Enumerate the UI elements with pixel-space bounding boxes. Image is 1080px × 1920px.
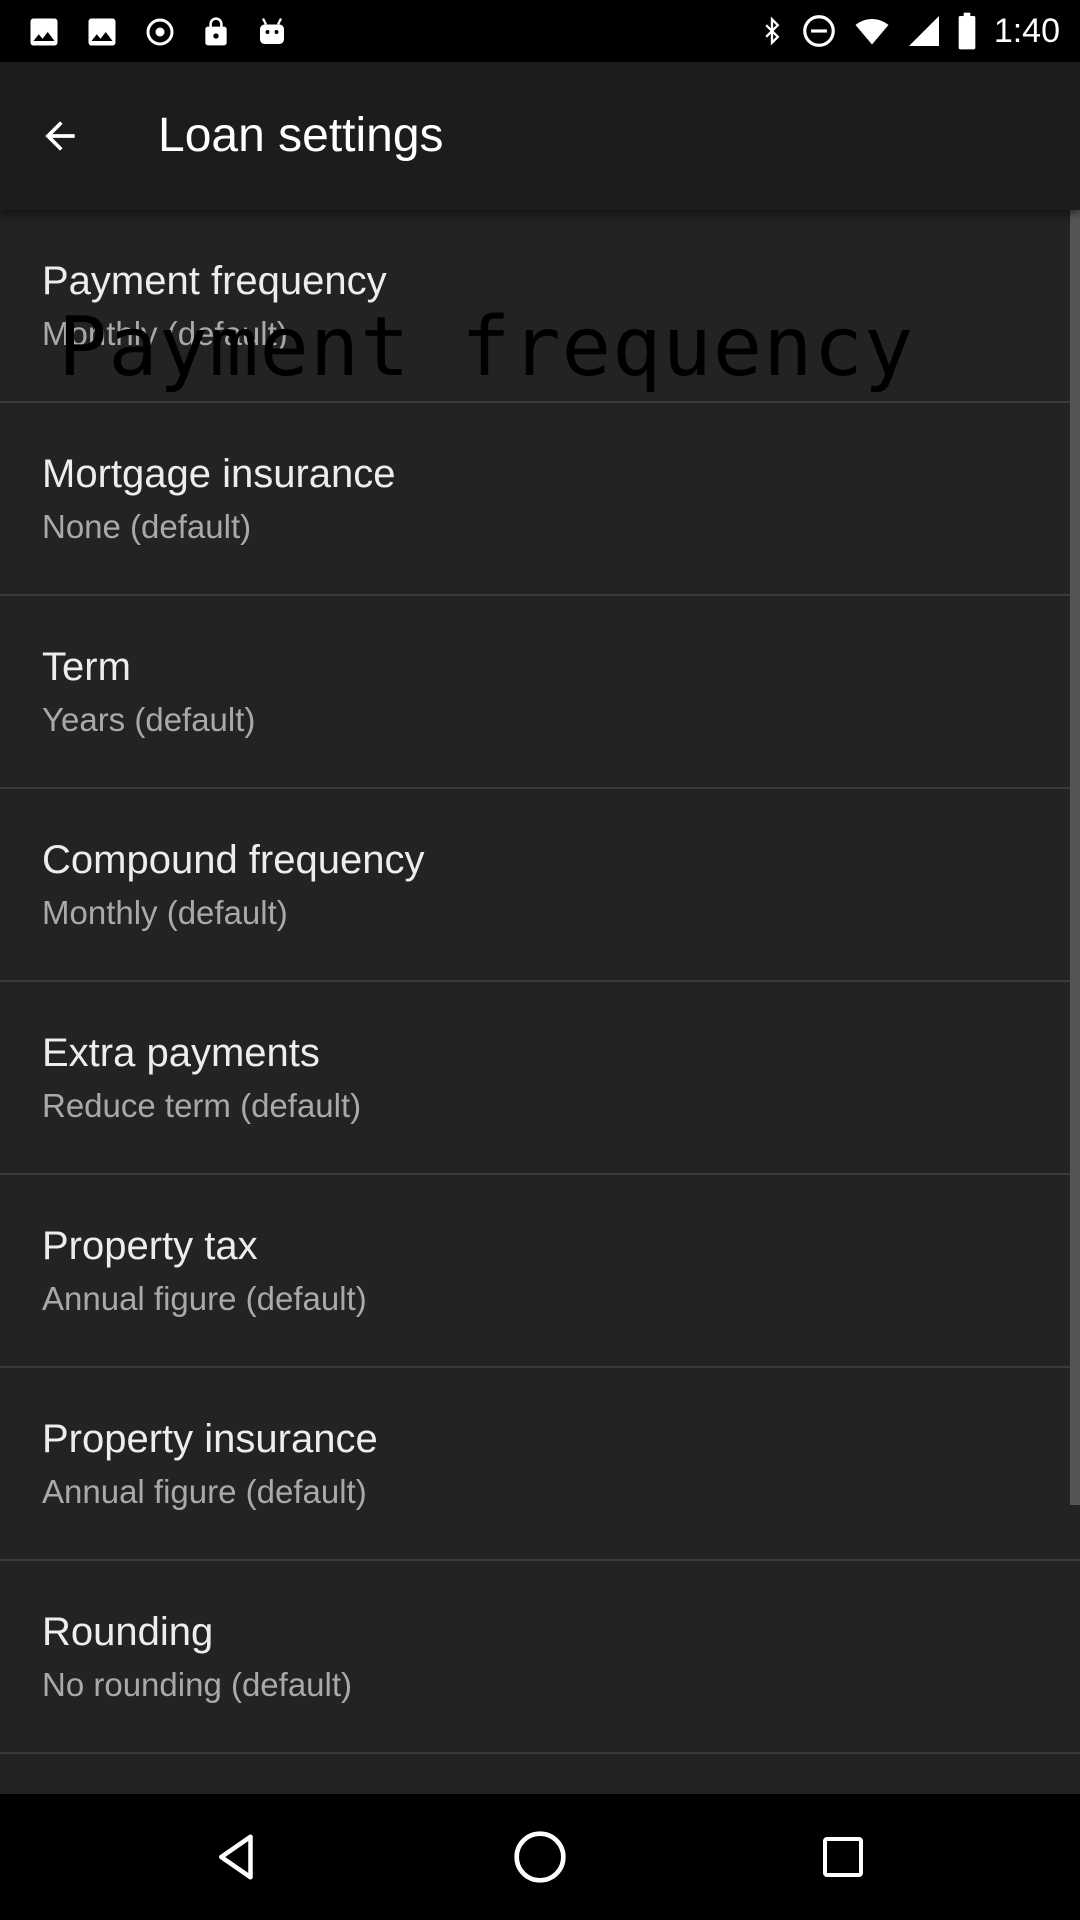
page-title: Loan settings bbox=[158, 109, 444, 162]
nav-recents-button[interactable] bbox=[808, 1822, 878, 1892]
setting-title: Term bbox=[42, 645, 131, 689]
setting-partial-next[interactable] bbox=[0, 1754, 1080, 1794]
setting-extra-payments[interactable]: Extra payments Reduce term (default) bbox=[0, 982, 1080, 1175]
setting-rounding[interactable]: Rounding No rounding (default) bbox=[0, 1561, 1080, 1754]
setting-title: Extra payments bbox=[42, 1031, 320, 1075]
recents-square-icon bbox=[823, 1837, 863, 1877]
arrow-back-icon bbox=[45, 121, 75, 151]
setting-value: None (default) bbox=[42, 508, 252, 545]
setting-payment-frequency[interactable]: Payment frequency Monthly (default) Paym… bbox=[0, 210, 1080, 403]
android-icon bbox=[260, 17, 284, 44]
setting-title: Rounding bbox=[42, 1610, 214, 1654]
wifi-icon bbox=[855, 19, 889, 45]
image-icon bbox=[30, 18, 58, 46]
setting-value: No rounding (default) bbox=[42, 1666, 353, 1703]
back-triangle-icon bbox=[219, 1834, 253, 1880]
setting-title: Payment frequency bbox=[42, 259, 387, 303]
nav-home-button[interactable] bbox=[505, 1822, 575, 1892]
setting-property-tax[interactable]: Property tax Annual figure (default) bbox=[0, 1175, 1080, 1368]
setting-value: Annual figure (default) bbox=[42, 1473, 367, 1510]
nav-back-button[interactable] bbox=[202, 1822, 272, 1892]
status-time: 1:40 bbox=[993, 11, 1060, 50]
app-bar: Loan settings bbox=[0, 62, 1080, 210]
battery-icon bbox=[958, 12, 976, 50]
setting-mortgage-insurance[interactable]: Mortgage insurance None (default) bbox=[0, 403, 1080, 596]
setting-property-insurance[interactable]: Property insurance Annual figure (defaul… bbox=[0, 1368, 1080, 1561]
setting-value: Monthly (default) bbox=[42, 894, 288, 931]
navigation-bar bbox=[0, 1794, 1080, 1920]
setting-value: Reduce term (default) bbox=[42, 1087, 362, 1124]
lock-icon bbox=[205, 17, 227, 46]
setting-title: Mortgage insurance bbox=[42, 452, 396, 496]
setting-value: Years (default) bbox=[42, 701, 256, 738]
setting-value: Monthly (default) bbox=[42, 315, 288, 352]
setting-value: Annual figure (default) bbox=[42, 1280, 367, 1317]
setting-compound-frequency[interactable]: Compound frequency Monthly (default) bbox=[0, 789, 1080, 982]
status-left-icons bbox=[26, 12, 312, 52]
status-right-icons: 1:40 bbox=[744, 8, 1060, 54]
setting-title: Property insurance bbox=[42, 1417, 378, 1461]
setting-term[interactable]: Term Years (default) bbox=[0, 596, 1080, 789]
signal-icon bbox=[908, 16, 939, 46]
scrollbar[interactable] bbox=[1070, 210, 1080, 1505]
back-button[interactable] bbox=[30, 106, 90, 166]
setting-title: Compound frequency bbox=[42, 838, 425, 882]
image-icon bbox=[88, 18, 116, 46]
do-not-disturb-icon bbox=[802, 15, 835, 47]
home-circle-icon bbox=[514, 1831, 566, 1883]
location-icon bbox=[146, 18, 174, 46]
settings-list[interactable]: Payment frequency Monthly (default) Paym… bbox=[0, 210, 1080, 1794]
bluetooth-icon bbox=[765, 16, 780, 46]
setting-title: Property tax bbox=[42, 1224, 258, 1268]
status-bar: 1:40 bbox=[0, 0, 1080, 62]
